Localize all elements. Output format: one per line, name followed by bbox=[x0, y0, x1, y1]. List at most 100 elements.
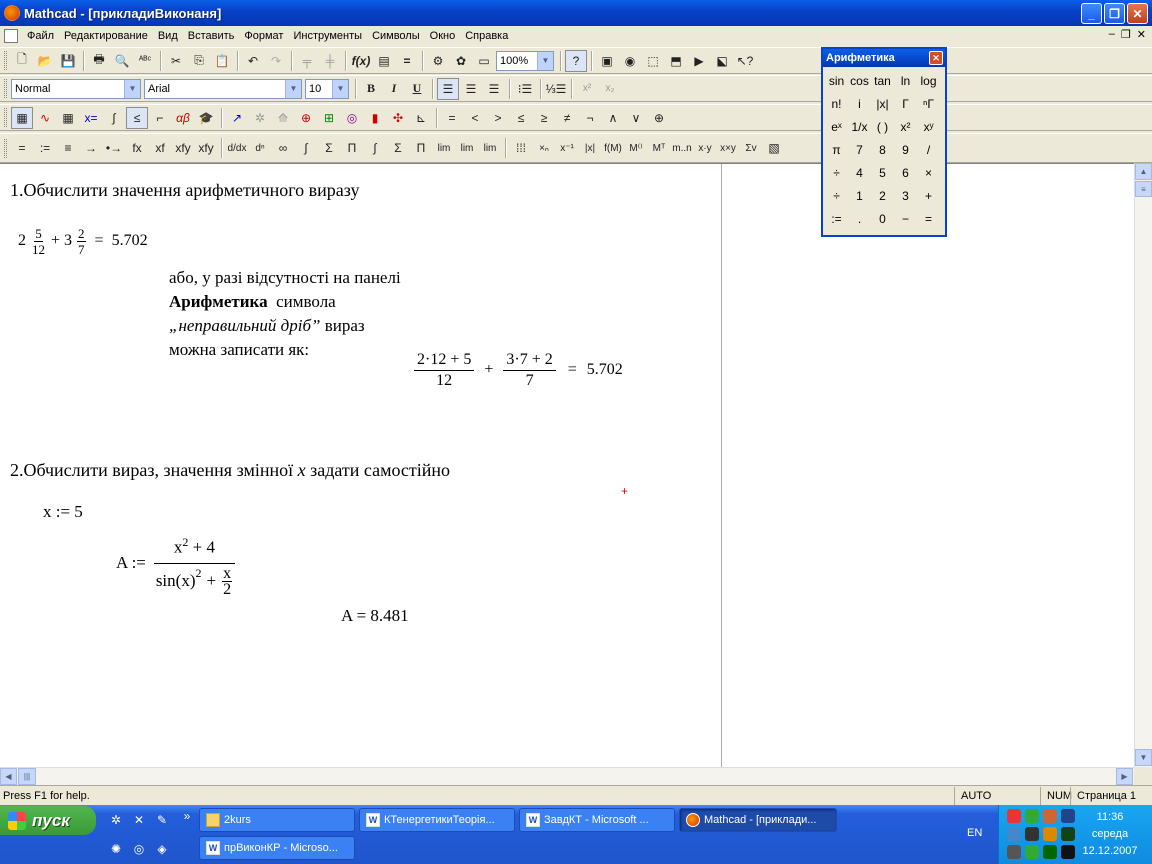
context-help-icon[interactable]: ↖? bbox=[734, 50, 756, 72]
tray-user-icon[interactable] bbox=[1007, 827, 1021, 841]
palette-button[interactable]: x² bbox=[894, 115, 917, 138]
range-product-icon[interactable]: Π bbox=[410, 137, 432, 159]
palette-button[interactable]: 4 bbox=[848, 161, 871, 184]
cross-product-icon[interactable]: x×y bbox=[717, 137, 739, 159]
quicklaunch-search-icon[interactable]: ◎ bbox=[130, 840, 148, 858]
align-across-icon[interactable]: ╤ bbox=[296, 50, 318, 72]
palette-button[interactable]: π bbox=[825, 138, 848, 161]
palette-button[interactable]: 0 bbox=[871, 207, 894, 230]
mathcad-app-icon[interactable] bbox=[4, 5, 20, 21]
tray-mail-icon[interactable] bbox=[1025, 827, 1039, 841]
print-preview-icon[interactable]: 🔍 bbox=[111, 50, 133, 72]
palette-button[interactable]: 6 bbox=[894, 161, 917, 184]
palette-button[interactable]: 8 bbox=[871, 138, 894, 161]
calculus-palette-icon[interactable]: ∫ bbox=[103, 107, 125, 129]
scroll-down-icon[interactable]: ▼ bbox=[1135, 749, 1152, 766]
toolbar-grip[interactable] bbox=[4, 51, 7, 70]
math-region-improper-fraction[interactable]: 2·12 + 5 12 + 3·7 + 27 = 5.702 bbox=[412, 350, 623, 391]
right-limit-icon[interactable]: lim bbox=[456, 137, 478, 159]
numbering-icon[interactable]: ⅓☰ bbox=[545, 78, 567, 100]
tray-green-icon[interactable] bbox=[1043, 845, 1057, 859]
less-equal-button[interactable]: ≤ bbox=[510, 107, 532, 129]
prefix-op-button[interactable]: fx bbox=[126, 137, 148, 159]
toolbar-grip[interactable] bbox=[4, 138, 7, 158]
palette-button[interactable]: 7 bbox=[848, 138, 871, 161]
define-A-region[interactable]: A := x2 + 4 sin(x) 2 + x2 bbox=[116, 530, 235, 597]
palette-button[interactable]: 3 bbox=[894, 184, 917, 207]
bullets-icon[interactable]: ⁝☰ bbox=[514, 78, 536, 100]
bar-plot-3d-icon[interactable]: ▮ bbox=[364, 107, 386, 129]
insert-component-icon[interactable]: ⚙ bbox=[427, 50, 449, 72]
horizontal-scrollbar[interactable]: ◀ ||| ▶ bbox=[0, 767, 1134, 785]
product-icon[interactable]: Π bbox=[341, 137, 363, 159]
print-icon[interactable]: 🖶 bbox=[88, 50, 110, 72]
matrix-palette-icon[interactable]: ▦ bbox=[57, 107, 79, 129]
menu-file[interactable]: Файл bbox=[22, 27, 59, 45]
palette-button[interactable]: × bbox=[917, 161, 940, 184]
insert-unit-icon[interactable]: ▤ bbox=[373, 50, 395, 72]
toolbar-grip[interactable] bbox=[4, 108, 7, 127]
evaluation-palette-icon[interactable]: x= bbox=[80, 107, 102, 129]
contour-plot-icon[interactable]: ⊕ bbox=[295, 107, 317, 129]
left-limit-icon[interactable]: lim bbox=[479, 137, 501, 159]
tray-app-icon[interactable] bbox=[1043, 809, 1057, 823]
xor-button[interactable]: ⊕ bbox=[648, 107, 670, 129]
help-icon[interactable]: ? bbox=[565, 49, 587, 72]
range-variable-icon[interactable]: m..n bbox=[671, 137, 693, 159]
transpose-icon[interactable]: Mᵀ bbox=[648, 137, 670, 159]
video-icon[interactable]: ▶ bbox=[688, 50, 710, 72]
derivative-icon[interactable]: d/dx bbox=[226, 137, 248, 159]
heading-task-2[interactable]: 2.Обчислити вираз, значення змінної x за… bbox=[10, 460, 450, 481]
symbolic-palette-icon[interactable]: 🎓 bbox=[195, 107, 217, 129]
palette-button[interactable]: eˣ bbox=[825, 115, 848, 138]
calculate-icon[interactable]: = bbox=[396, 50, 418, 72]
tray-stop-icon[interactable] bbox=[1007, 809, 1021, 823]
greek-palette-icon[interactable]: αβ bbox=[172, 107, 194, 129]
and-button[interactable]: ∧ bbox=[602, 107, 624, 129]
vector-sum-icon[interactable]: Σv bbox=[740, 137, 762, 159]
document-icon[interactable] bbox=[4, 29, 18, 43]
palette-button[interactable]: Γ bbox=[894, 92, 917, 115]
minimize-button[interactable]: _ bbox=[1081, 3, 1102, 24]
postfix-op-button[interactable]: xf bbox=[149, 137, 171, 159]
plot-wizard-icon[interactable]: ⊾ bbox=[410, 107, 432, 129]
font-select[interactable]: Arial ▼ bbox=[144, 78, 302, 99]
palette-button[interactable]: / bbox=[917, 138, 940, 161]
scroll-thumb[interactable]: ≡ bbox=[1135, 181, 1152, 197]
indefinite-integral-icon[interactable]: ∫ bbox=[364, 137, 386, 159]
heading-task-1[interactable]: 1.Обчислити значення арифметичного вираз… bbox=[10, 180, 360, 201]
undo-icon[interactable]: ↶ bbox=[242, 50, 264, 72]
palette-button[interactable]: 5 bbox=[871, 161, 894, 184]
taskbar-button-mathcad[interactable]: Mathcad - [приклади... bbox=[679, 808, 837, 832]
bold-icon[interactable]: B bbox=[360, 78, 382, 100]
matrix-icon[interactable]: ⁞⁞⁞ bbox=[510, 137, 532, 159]
inverse-icon[interactable]: x⁻¹ bbox=[556, 137, 578, 159]
tray-flower-icon[interactable] bbox=[1025, 845, 1039, 859]
menu-view[interactable]: Вид bbox=[153, 27, 183, 45]
patch-plot-icon[interactable]: ✣ bbox=[387, 107, 409, 129]
palette-button[interactable]: − bbox=[894, 207, 917, 230]
dot-product-icon[interactable]: x·y bbox=[694, 137, 716, 159]
doc-minimize-button[interactable]: – bbox=[1109, 28, 1115, 41]
scroll-right-icon[interactable]: ▶ bbox=[1116, 768, 1133, 785]
palette-button[interactable]: ln bbox=[894, 69, 917, 92]
palette-button[interactable]: i bbox=[848, 92, 871, 115]
definite-integral-icon[interactable]: ∫ bbox=[295, 137, 317, 159]
restore-button[interactable]: ❐ bbox=[1104, 3, 1125, 24]
not-equal-button[interactable]: ≠ bbox=[556, 107, 578, 129]
less-than-button[interactable]: < bbox=[464, 107, 486, 129]
style-select[interactable]: Normal ▼ bbox=[11, 78, 141, 99]
greater-equal-button[interactable]: ≥ bbox=[533, 107, 555, 129]
scatter-3d-icon[interactable]: ⊞ bbox=[318, 107, 340, 129]
palette-button[interactable]: 1 bbox=[848, 184, 871, 207]
resource-center-icon[interactable]: ⬚ bbox=[642, 50, 664, 72]
define-button[interactable]: := bbox=[34, 137, 56, 159]
palette-button[interactable]: = bbox=[917, 207, 940, 230]
web-icon[interactable]: ◉ bbox=[619, 50, 641, 72]
greater-than-button[interactable]: > bbox=[487, 107, 509, 129]
keyword-eval-button[interactable]: •→ bbox=[103, 137, 125, 159]
determinant-icon[interactable]: |x| bbox=[579, 137, 601, 159]
cut-icon[interactable]: ✂ bbox=[165, 50, 187, 72]
palette-button[interactable]: . bbox=[848, 207, 871, 230]
save-icon[interactable]: 💾 bbox=[57, 50, 79, 72]
